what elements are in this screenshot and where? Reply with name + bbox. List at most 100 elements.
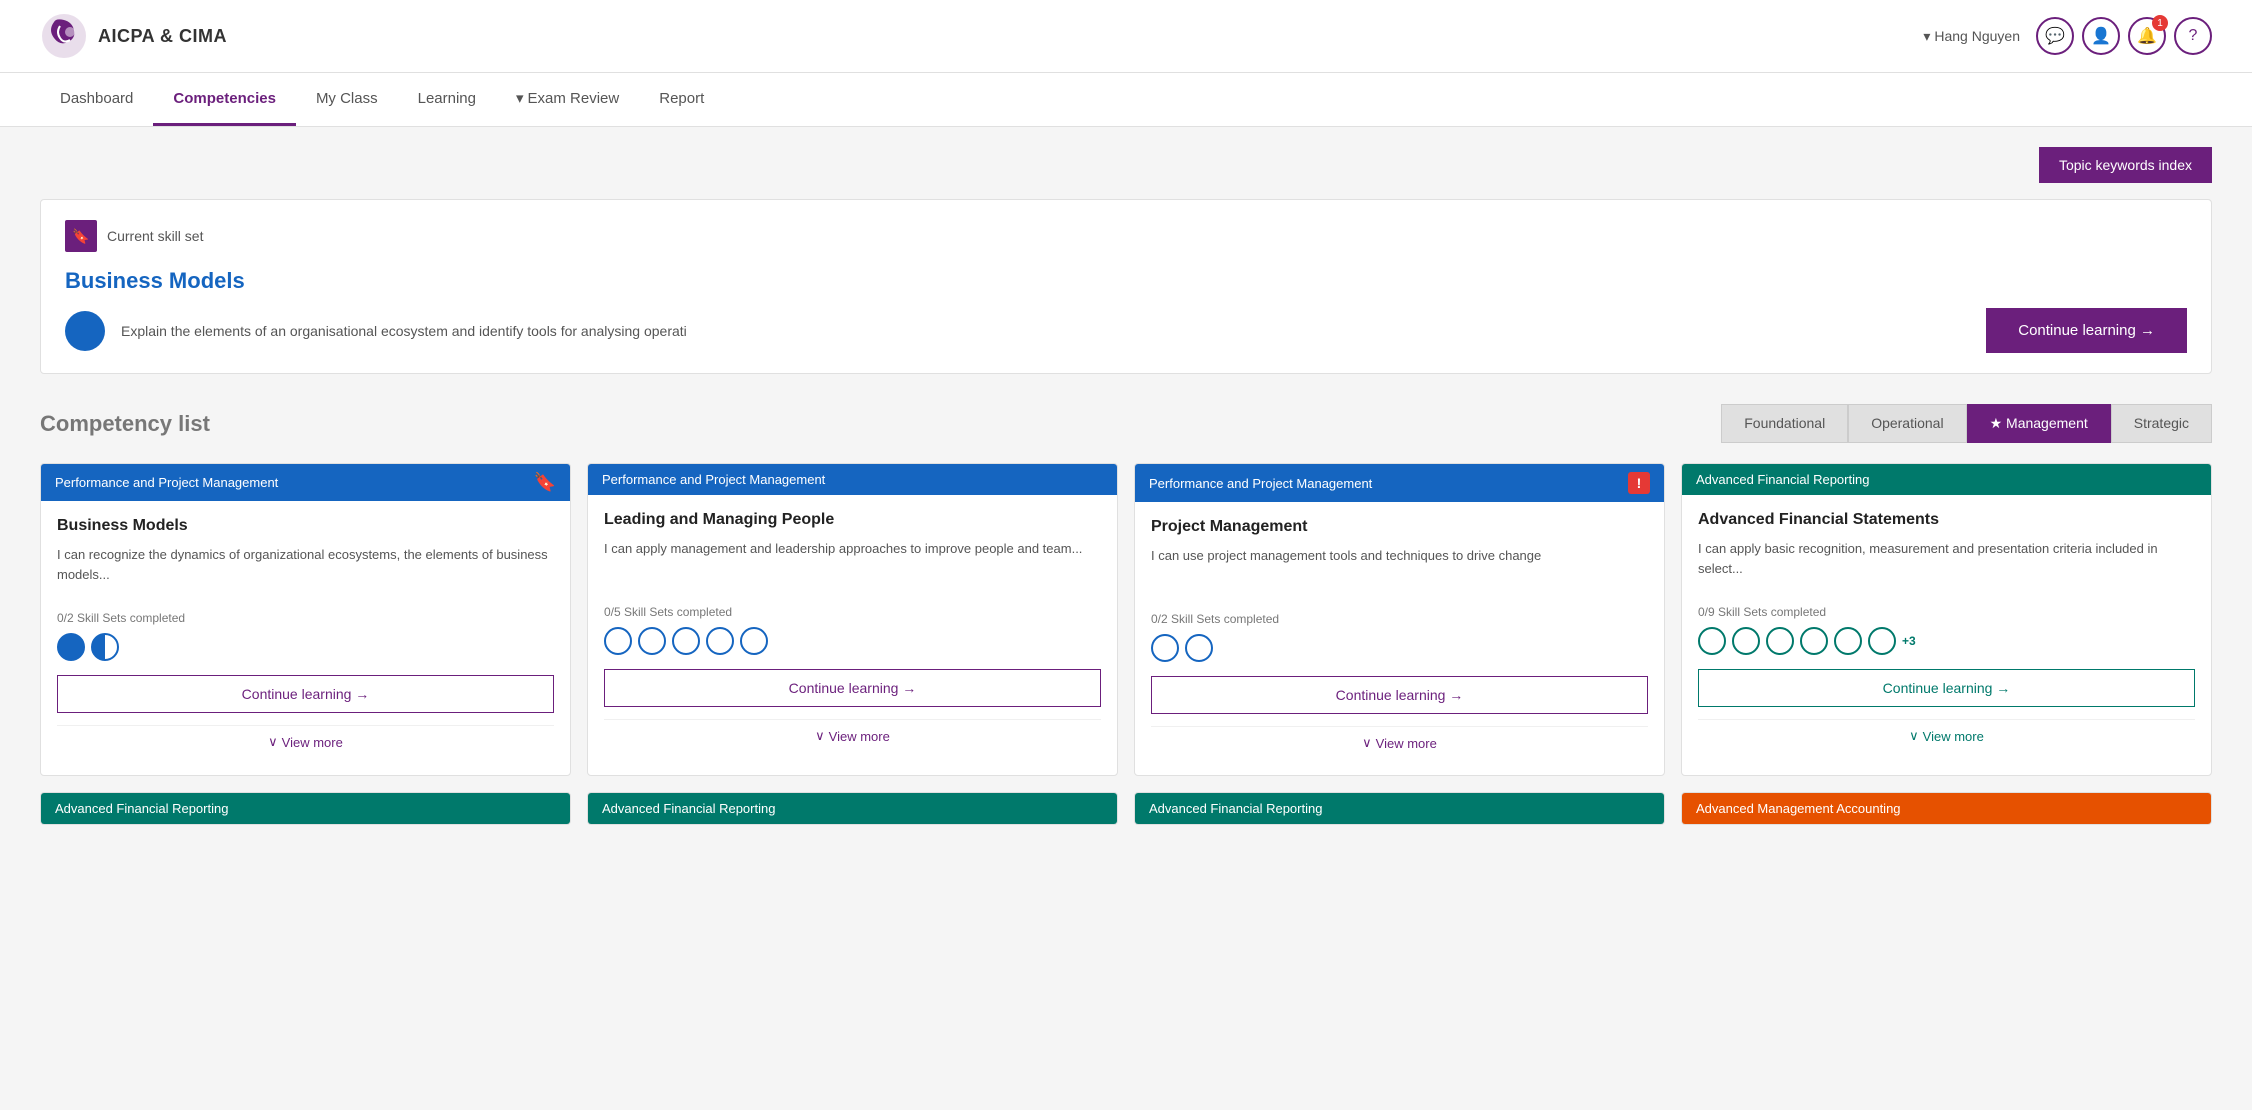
bell-icon: 🔔 bbox=[2137, 26, 2157, 46]
skill-body: Explain the elements of an organisationa… bbox=[65, 308, 2187, 353]
nav-report[interactable]: Report bbox=[639, 74, 724, 126]
card-leading-people: Performance and Project Management Leadi… bbox=[587, 463, 1118, 776]
card-desc-4: I can apply basic recognition, measureme… bbox=[1698, 539, 2195, 591]
filter-tab-strategic[interactable]: Strategic bbox=[2111, 404, 2212, 443]
card-continue-btn-1[interactable]: Continue learning → bbox=[57, 675, 554, 713]
profile-icon-button[interactable]: 👤 bbox=[2082, 17, 2120, 55]
filter-tab-operational[interactable]: Operational bbox=[1848, 404, 1966, 443]
card-project-management: Performance and Project Management ! Pro… bbox=[1134, 463, 1665, 776]
chevron-down-icon-2: ∨ bbox=[815, 728, 825, 744]
chevron-down-icon-4: ∨ bbox=[1909, 728, 1919, 744]
skill-sets-label-3: 0/2 Skill Sets completed bbox=[1151, 612, 1648, 626]
header-icons: 💬 👤 🔔 ? bbox=[2036, 17, 2212, 55]
dot-4-3 bbox=[1766, 627, 1794, 655]
logo-text: AICPA & CIMA bbox=[98, 26, 227, 47]
competency-cards-grid: Performance and Project Management 🔖 Bus… bbox=[40, 463, 2212, 776]
card-category-4: Advanced Financial Reporting bbox=[1682, 464, 2211, 495]
dot-4-2 bbox=[1732, 627, 1760, 655]
user-name: ▾ Hang Nguyen bbox=[1923, 28, 2020, 45]
card-desc-3: I can use project management tools and t… bbox=[1151, 546, 1648, 598]
competency-section-header: Competency list Foundational Operational… bbox=[40, 404, 2212, 443]
card-title-3: Project Management bbox=[1151, 518, 1648, 536]
current-skill-box: 🔖 Current skill set Business Models Expl… bbox=[40, 199, 2212, 374]
chevron-down-icon: ▾ bbox=[516, 89, 524, 107]
main-content: Topic keywords index 🔖 Current skill set… bbox=[0, 127, 2252, 845]
bottom-card-4: Advanced Management Accounting bbox=[1681, 792, 2212, 825]
card-view-more-4[interactable]: ∨ View more bbox=[1698, 719, 2195, 752]
chevron-down-icon-1: ∨ bbox=[268, 734, 278, 750]
card-business-models: Performance and Project Management 🔖 Bus… bbox=[40, 463, 571, 776]
competency-filter-tabs: Foundational Operational ★ Management St… bbox=[1721, 404, 2212, 443]
card-category-2: Performance and Project Management bbox=[588, 464, 1117, 495]
current-skill-label: Current skill set bbox=[107, 228, 203, 244]
nav-dashboard[interactable]: Dashboard bbox=[40, 74, 153, 126]
bottom-card-1: Advanced Financial Reporting bbox=[40, 792, 571, 825]
dot-4-6 bbox=[1868, 627, 1896, 655]
card-title-2: Leading and Managing People bbox=[604, 511, 1101, 529]
chat-icon: 💬 bbox=[2045, 26, 2065, 46]
nav-myclass[interactable]: My Class bbox=[296, 74, 398, 126]
competency-list-title: Competency list bbox=[40, 411, 210, 437]
bottom-card-category-2: Advanced Financial Reporting bbox=[588, 793, 1117, 824]
main-nav: Dashboard Competencies My Class Learning… bbox=[0, 73, 2252, 127]
card-view-more-1[interactable]: ∨ View more bbox=[57, 725, 554, 758]
bookmark-icon-box: 🔖 bbox=[65, 220, 97, 252]
bottom-card-3: Advanced Financial Reporting bbox=[1134, 792, 1665, 825]
current-skill-continue-button[interactable]: Continue learning → bbox=[1986, 308, 2187, 353]
dot-plus-label: +3 bbox=[1902, 634, 1916, 648]
topic-keywords-area: Topic keywords index bbox=[40, 147, 2212, 199]
card-title-1: Business Models bbox=[57, 517, 554, 535]
star-icon: ★ bbox=[1990, 415, 2006, 431]
card-body-3: Project Management I can use project man… bbox=[1135, 502, 1664, 775]
filter-tab-management[interactable]: ★ Management bbox=[1967, 404, 2111, 443]
dot-2-4 bbox=[706, 627, 734, 655]
exclamation-badge-icon: ! bbox=[1628, 472, 1650, 494]
skill-dots-1 bbox=[57, 633, 554, 661]
dot-4-5 bbox=[1834, 627, 1862, 655]
skill-dots-4: +3 bbox=[1698, 627, 2195, 655]
dot-4-4 bbox=[1800, 627, 1828, 655]
dot-2-2 bbox=[638, 627, 666, 655]
skill-sets-label-2: 0/5 Skill Sets completed bbox=[604, 605, 1101, 619]
card-continue-btn-3[interactable]: Continue learning → bbox=[1151, 676, 1648, 714]
card-view-more-2[interactable]: ∨ View more bbox=[604, 719, 1101, 752]
card-continue-btn-2[interactable]: Continue learning → bbox=[604, 669, 1101, 707]
filter-tab-foundational[interactable]: Foundational bbox=[1721, 404, 1848, 443]
card-body-4: Advanced Financial Statements I can appl… bbox=[1682, 495, 2211, 768]
card-title-4: Advanced Financial Statements bbox=[1698, 511, 2195, 529]
nav-examreview[interactable]: ▾ Exam Review bbox=[496, 73, 639, 126]
card-continue-btn-4[interactable]: Continue learning → bbox=[1698, 669, 2195, 707]
card-body-2: Leading and Managing People I can apply … bbox=[588, 495, 1117, 768]
notification-icon-button[interactable]: 🔔 bbox=[2128, 17, 2166, 55]
chat-icon-button[interactable]: 💬 bbox=[2036, 17, 2074, 55]
dot-1-1 bbox=[57, 633, 85, 661]
bookmark-icon: 🔖 bbox=[72, 228, 89, 245]
chevron-down-icon-3: ∨ bbox=[1362, 735, 1372, 751]
dot-4-1 bbox=[1698, 627, 1726, 655]
current-skill-header: 🔖 Current skill set bbox=[65, 220, 2187, 252]
header: AICPA & CIMA ▾ Hang Nguyen 💬 👤 🔔 ? bbox=[0, 0, 2252, 73]
help-icon-button[interactable]: ? bbox=[2174, 17, 2212, 55]
dot-1-2 bbox=[91, 633, 119, 661]
help-icon: ? bbox=[2189, 27, 2198, 45]
card-bookmark-icon: 🔖 bbox=[534, 472, 556, 493]
bottom-card-category-3: Advanced Financial Reporting bbox=[1135, 793, 1664, 824]
card-view-more-3[interactable]: ∨ View more bbox=[1151, 726, 1648, 759]
nav-learning[interactable]: Learning bbox=[398, 74, 496, 126]
bottom-card-2: Advanced Financial Reporting bbox=[587, 792, 1118, 825]
topic-keywords-button[interactable]: Topic keywords index bbox=[2039, 147, 2212, 183]
bottom-card-category-1: Advanced Financial Reporting bbox=[41, 793, 570, 824]
aicpa-logo-icon bbox=[40, 12, 88, 60]
skill-progress-circle bbox=[65, 311, 105, 351]
skill-dots-3 bbox=[1151, 634, 1648, 662]
skill-sets-label-4: 0/9 Skill Sets completed bbox=[1698, 605, 2195, 619]
header-right: ▾ Hang Nguyen 💬 👤 🔔 ? bbox=[1923, 17, 2212, 55]
bottom-cards-grid: Advanced Financial Reporting Advanced Fi… bbox=[40, 792, 2212, 825]
skill-dots-2 bbox=[604, 627, 1101, 655]
card-category-1: Performance and Project Management 🔖 bbox=[41, 464, 570, 501]
card-category-3: Performance and Project Management ! bbox=[1135, 464, 1664, 502]
profile-icon: 👤 bbox=[2091, 26, 2111, 46]
bottom-card-category-4: Advanced Management Accounting bbox=[1682, 793, 2211, 824]
nav-competencies[interactable]: Competencies bbox=[153, 74, 296, 126]
dot-3-2 bbox=[1185, 634, 1213, 662]
